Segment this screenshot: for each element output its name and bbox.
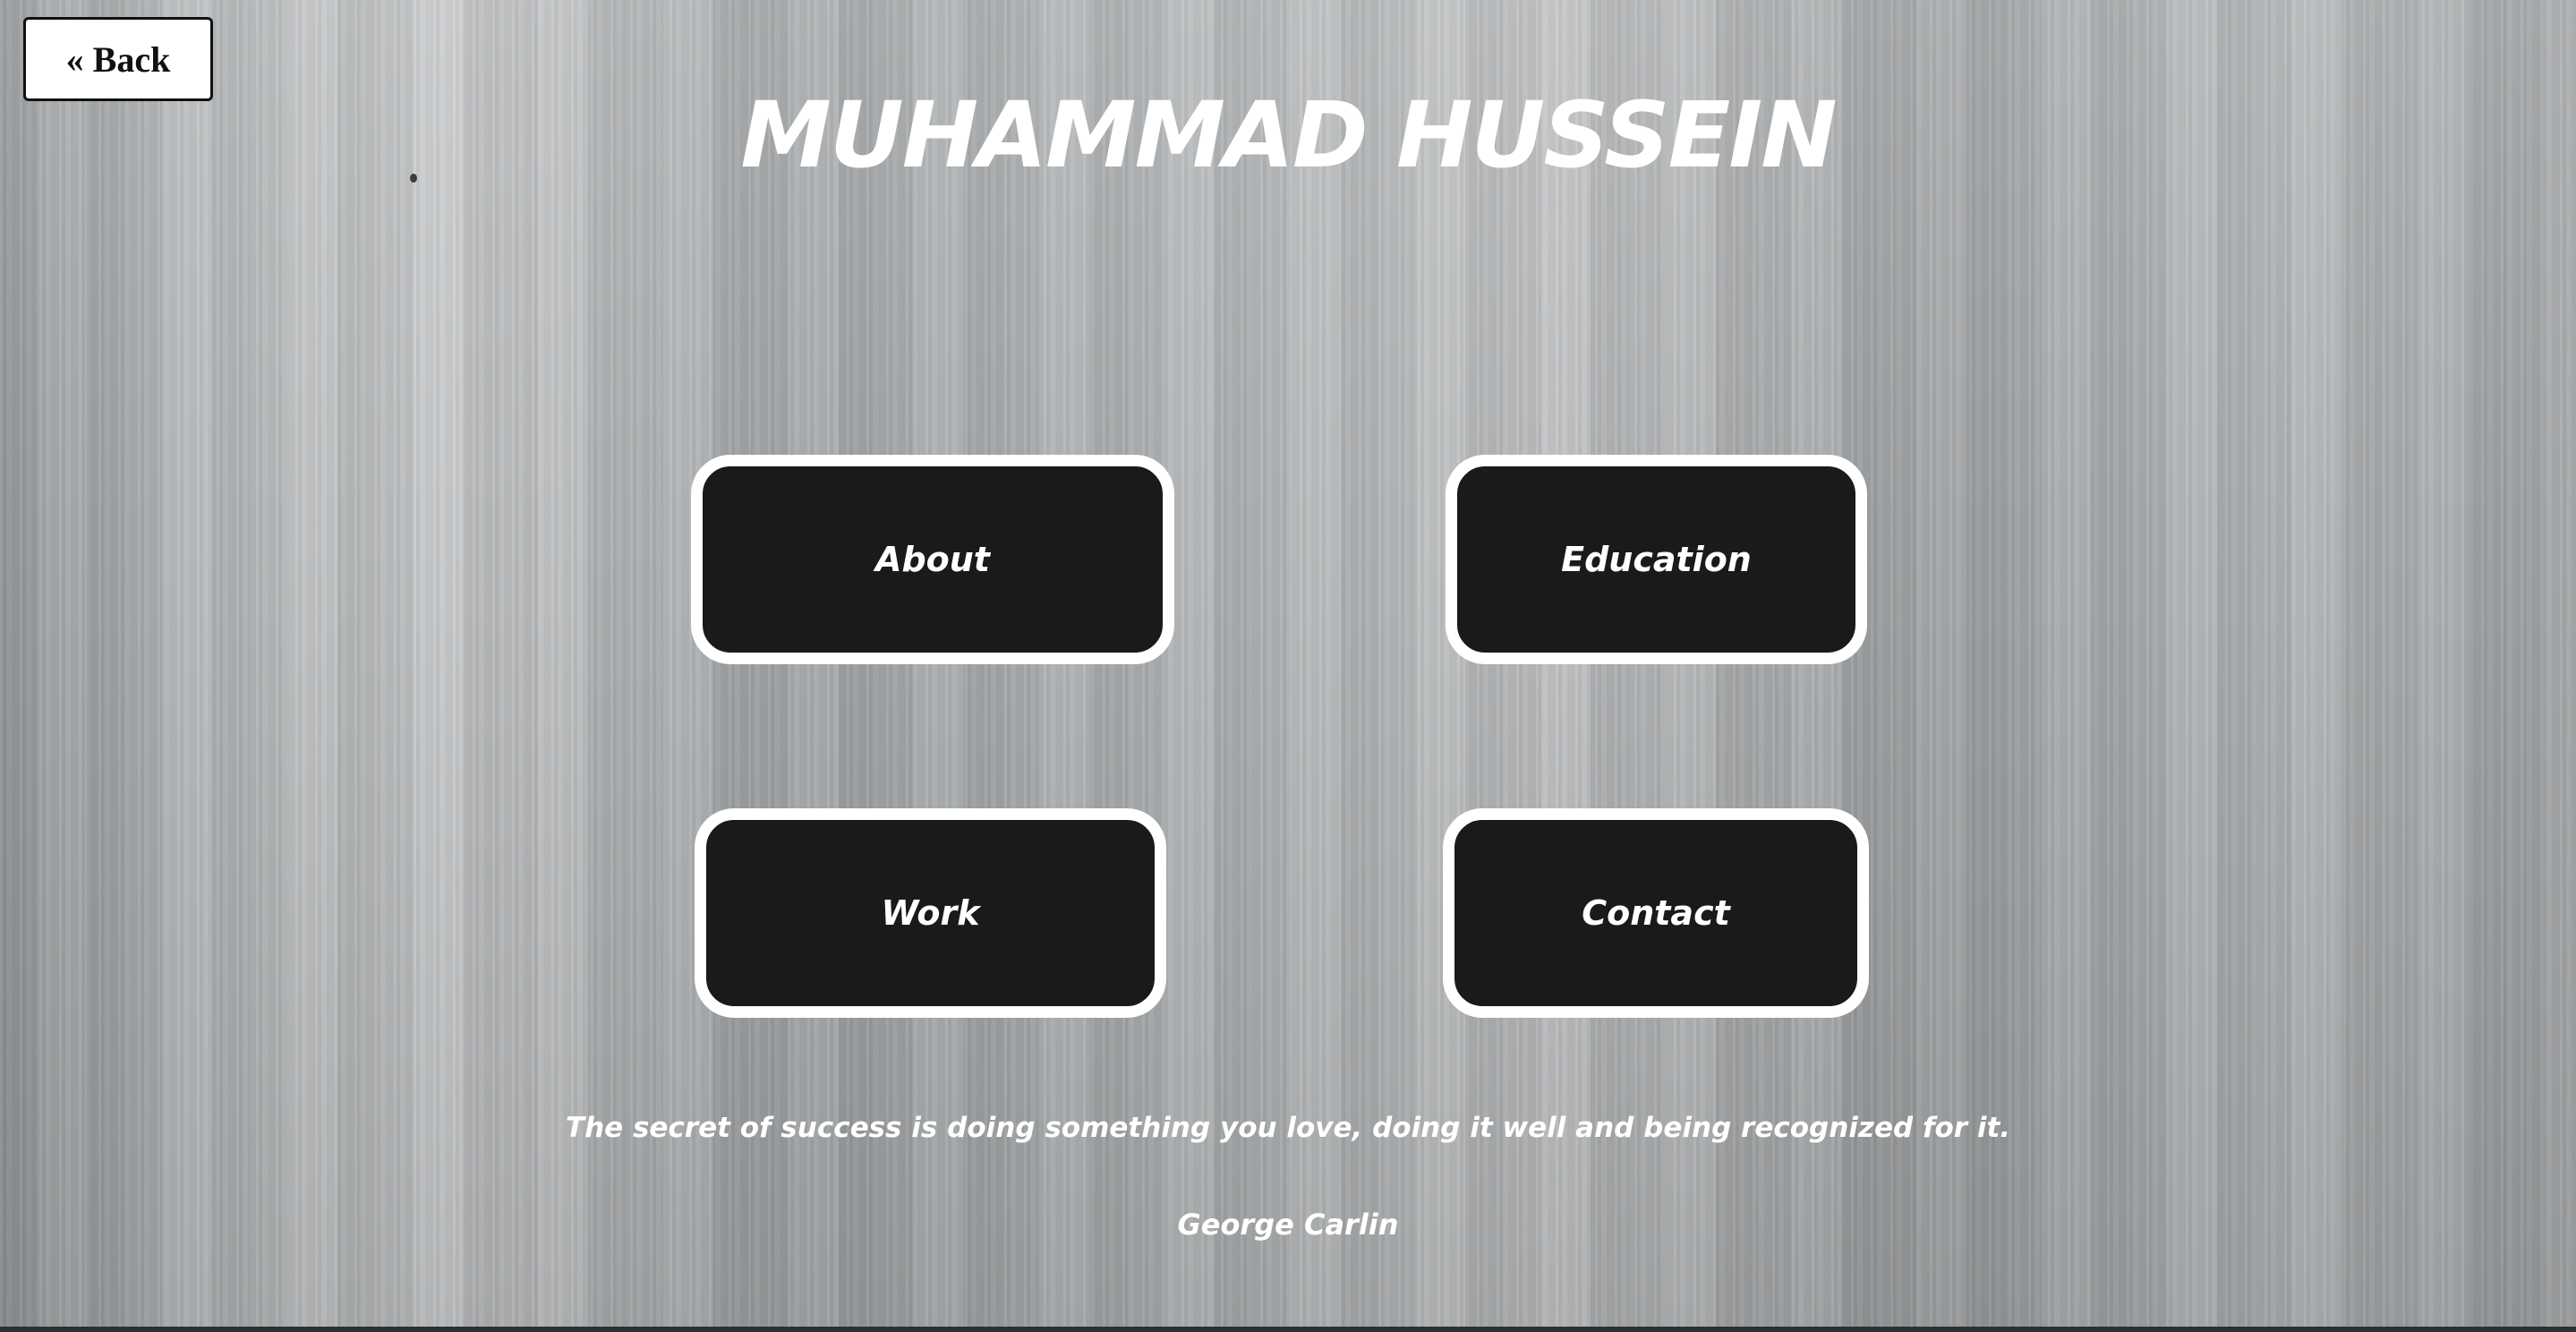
quote-author: George Carlin	[1177, 1208, 1399, 1242]
contact-button-label: Contact	[1582, 893, 1730, 933]
bottom-edge	[0, 1327, 2576, 1332]
education-button-label: Education	[1561, 540, 1752, 579]
about-button[interactable]: About	[691, 455, 1174, 664]
work-button[interactable]: Work	[695, 808, 1166, 1018]
quote-text: The secret of success is doing something…	[565, 1112, 2011, 1144]
page-title: MUHAMMAD HUSSEIN	[740, 82, 1837, 189]
work-button-label: Work	[881, 893, 980, 933]
contact-button[interactable]: Contact	[1443, 808, 1869, 1018]
education-button[interactable]: Education	[1446, 455, 1867, 664]
about-button-label: About	[875, 540, 990, 579]
